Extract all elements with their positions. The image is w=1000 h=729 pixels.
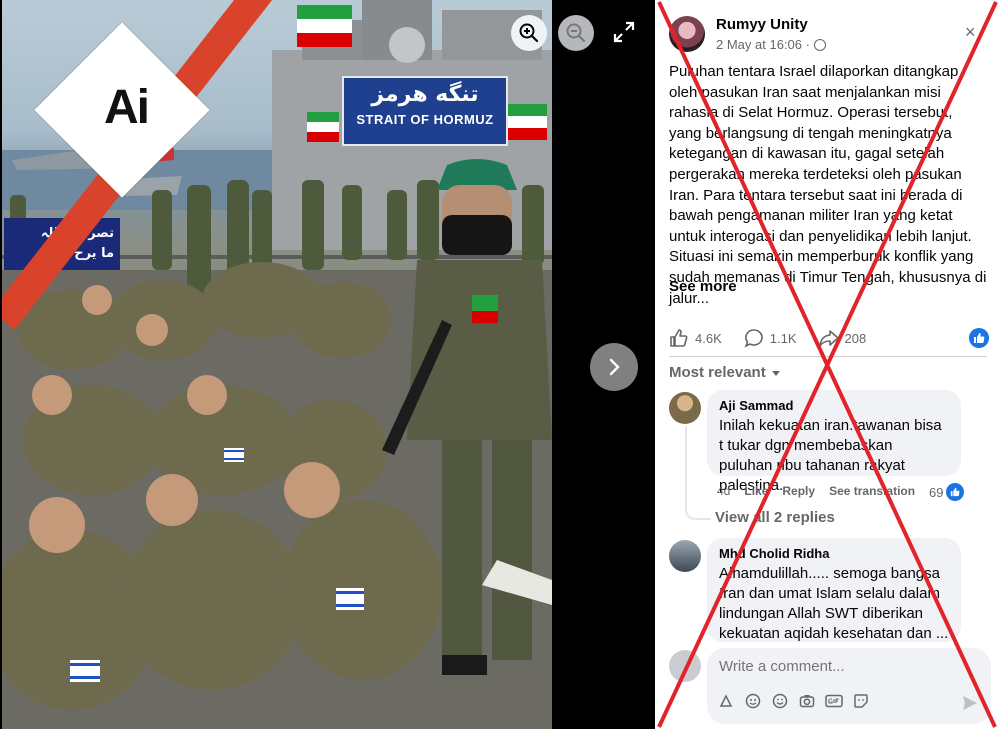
- comment-reaction-number: 69: [929, 484, 944, 500]
- expand-button[interactable]: [612, 20, 636, 44]
- sticker-icon: [854, 694, 868, 708]
- comment-reply-button[interactable]: Reply: [782, 484, 815, 498]
- zoom-in-icon: [519, 23, 539, 43]
- comment-author[interactable]: Mhd Cholid Ridha: [719, 546, 949, 562]
- camera-button[interactable]: [798, 692, 816, 710]
- comment-author[interactable]: Aji Sammad: [719, 398, 949, 414]
- author-name[interactable]: Rumyy Unity: [716, 16, 808, 33]
- divider: [669, 356, 987, 357]
- comment-sort-dropdown[interactable]: Most relevant: [669, 364, 780, 381]
- expand-icon: [613, 21, 635, 43]
- smile-icon: [745, 693, 761, 709]
- see-translation-link[interactable]: See translation: [829, 484, 915, 498]
- comment-like-button[interactable]: Like: [744, 484, 768, 498]
- ship-sign: تنگه هرمز STRAIT OF HORMUZ: [342, 76, 508, 146]
- close-icon[interactable]: ×: [965, 22, 976, 43]
- avatar-sticker-button[interactable]: [717, 692, 735, 710]
- post-stats: 4.6K 1.1K 208: [669, 326, 995, 350]
- comment-count: 1.1K: [769, 330, 797, 346]
- chevron-right-icon: [609, 358, 620, 376]
- zoom-in-button[interactable]: [511, 15, 547, 51]
- ship-sign-english: STRAIT OF HORMUZ: [356, 112, 494, 127]
- like-count: 4.6K: [695, 330, 722, 346]
- see-more-link[interactable]: See more: [669, 278, 737, 295]
- camera-icon: [799, 695, 815, 708]
- next-photo-button[interactable]: [590, 343, 638, 391]
- comment-avatar[interactable]: [669, 540, 701, 572]
- comment-bubble: Mhd Cholid Ridha Alhamdulillah..... semo…: [707, 538, 961, 642]
- photo-viewer: تنگه هرمز STRAIT OF HORMUZ تصرعن اللہ ما…: [0, 0, 655, 729]
- comment-composer: [707, 648, 991, 724]
- composer-toolbar: [717, 692, 870, 710]
- share-icon: [818, 330, 839, 347]
- sticker-button[interactable]: [852, 692, 870, 710]
- zoom-out-button[interactable]: [558, 15, 594, 51]
- post-text: Puluhan tentara Israel dilaporkan ditang…: [669, 63, 987, 307]
- emoji-picker-button[interactable]: [771, 692, 789, 710]
- comment-actions: 4d Like Reply See translation: [717, 484, 915, 498]
- emoji-button[interactable]: [744, 692, 762, 710]
- globe-icon: [813, 38, 826, 51]
- comment-bubble: Aji Sammad Inilah kekuatan iran.tawanan …: [707, 390, 961, 494]
- like-reaction-icon: [946, 483, 965, 501]
- zoom-out-icon: [566, 23, 586, 43]
- ai-badge-text: Ai: [104, 81, 150, 134]
- post-meta: 2 May at 16:06 ·: [716, 37, 826, 52]
- chevron-down-icon: [771, 370, 780, 376]
- comment-stat[interactable]: 1.1K: [744, 328, 797, 348]
- comment-avatar[interactable]: [669, 392, 701, 424]
- author-avatar[interactable]: [669, 16, 705, 52]
- emoji-icon: [772, 693, 788, 709]
- send-button[interactable]: [961, 694, 979, 717]
- comment-input[interactable]: [719, 658, 969, 675]
- share-count: 208: [844, 330, 867, 346]
- comment-icon: [744, 329, 763, 348]
- thumbs-up-icon: [670, 329, 688, 347]
- comment-sort-label: Most relevant: [669, 364, 766, 381]
- comment-text: Alhamdulillah..... semoga bangsa Iran da…: [719, 565, 949, 642]
- like-reaction-icon[interactable]: [969, 328, 989, 348]
- post-panel: Rumyy Unity 2 May at 16:06 · × Puluhan t…: [655, 0, 1000, 729]
- avatar-sticker-icon: [719, 694, 733, 707]
- comment-age[interactable]: 4d: [717, 484, 730, 498]
- ship-sign-farsi: تنگه هرمز: [371, 82, 479, 107]
- post-date[interactable]: 2 May at 16:06 ·: [716, 37, 810, 52]
- gif-icon: [825, 694, 843, 708]
- gif-button[interactable]: [825, 692, 843, 710]
- send-icon: [963, 696, 977, 710]
- view-replies-link[interactable]: View all 2 replies: [715, 509, 835, 526]
- post-photo[interactable]: تنگه هرمز STRAIT OF HORMUZ تصرعن اللہ ما…: [2, 0, 552, 729]
- like-stat[interactable]: 4.6K: [669, 328, 722, 348]
- viewer-avatar[interactable]: [669, 650, 701, 682]
- comment-reaction-count[interactable]: 69: [929, 483, 965, 501]
- share-stat[interactable]: 208: [818, 328, 867, 348]
- reply-thread-line: [685, 426, 711, 520]
